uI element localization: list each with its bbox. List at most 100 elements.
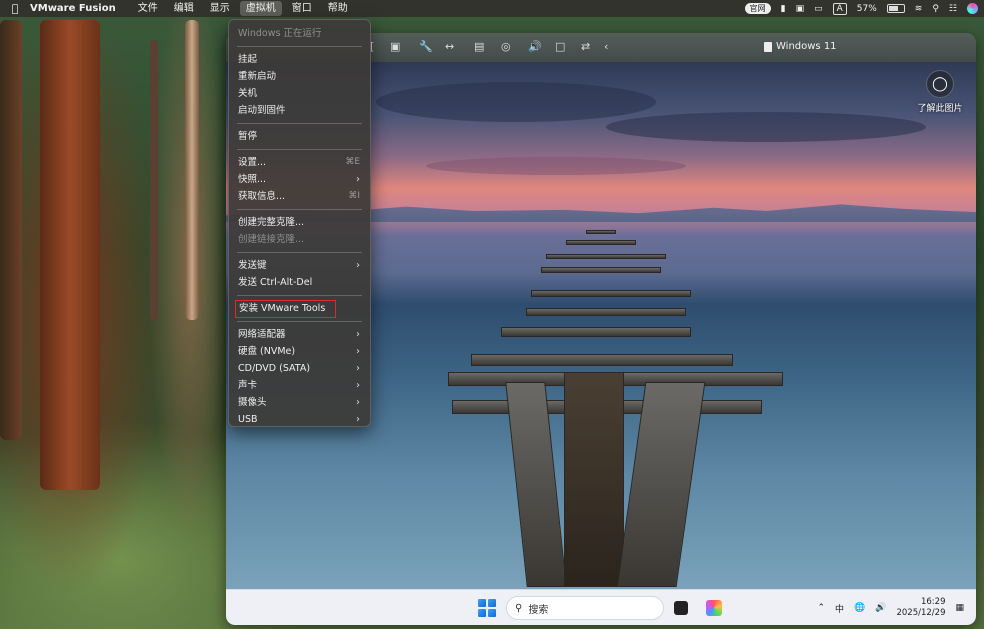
taskbar-clock[interactable]: 16:29 2025/12/29 [896,597,945,619]
menu-virtual-machine[interactable]: 虚拟机 [239,1,282,16]
cloud [426,157,686,175]
menubar-status-area: 官网 ▮ ▣ ▭ A 57% ≋ ⚲ ☷ [744,0,978,17]
tree-trunk [40,20,100,490]
shortcut-label: ⌘I [348,191,360,201]
usb-icon[interactable]: ⇄ [581,40,590,53]
menu-edit[interactable]: 编辑 [168,1,200,16]
pier-plank [546,254,666,259]
menu-separator [237,295,362,296]
battery-icon[interactable] [886,4,905,13]
input-method-badge[interactable]: 官网 [744,3,771,14]
display-icon[interactable]: ▭ [814,4,823,14]
menu-help[interactable]: 帮助 [322,1,354,16]
menu-item-create-linked-clone: 创建链接克隆... [238,234,305,245]
window-switcher-icon[interactable]: ▣ [796,4,805,14]
menu-item-label: 摄像头 [238,397,267,408]
document-status-icon[interactable]: ▮ [781,4,786,14]
menu-item-restart[interactable]: 重新启动 [229,68,370,85]
pier-plank [541,267,661,273]
siri-icon[interactable] [967,3,978,14]
pier-plank [471,354,733,366]
search-placeholder: 搜索 [528,604,549,616]
menu-item-get-info[interactable]: 获取信息... ⌘I [229,188,370,205]
menu-item-suspend[interactable]: 挂起 [229,51,370,68]
menu-item-label: CD/DVD (SATA) [238,363,311,374]
menu-separator [237,149,362,150]
menu-item-send-key[interactable]: 发送键 › [229,257,370,274]
windows-start-icon[interactable] [478,599,496,617]
task-view-icon[interactable] [674,601,688,615]
menu-item-label: 网络适配器 [238,329,286,340]
menu-item-hard-disk[interactable]: 硬盘 (NVMe) › [229,343,370,360]
copilot-app-icon[interactable] [706,600,722,616]
menu-item-settings-label: 设置... [238,157,267,168]
notification-icon[interactable]: ▦ [955,603,964,613]
camera-icon[interactable]: □ [555,40,565,53]
pier-plank [566,240,636,245]
menu-item-send-ctrl-alt-del[interactable]: 发送 Ctrl-Alt-Del [229,274,370,291]
cloud [606,112,926,142]
menu-item-snapshots[interactable]: 快照... › [229,171,370,188]
wrench-icon[interactable]: 🔧 [419,40,433,53]
apple-icon[interactable]:  [0,2,30,15]
menu-item-boot-to-firmware[interactable]: 启动到固件 [229,102,370,119]
control-center-icon[interactable]: ☷ [949,4,957,14]
input-source-indicator[interactable]: A [832,2,847,15]
menu-item-snapshots-label: 快照... [238,174,267,185]
menu-file[interactable]: 文件 [132,1,164,16]
menu-item-sound-card[interactable]: 声卡 › [229,377,370,394]
cd-dvd-icon[interactable]: ◎ [501,40,511,53]
ime-indicator[interactable]: 中 [835,602,844,615]
pier-plank [586,230,616,234]
wifi-icon[interactable]: ≋ [915,4,923,14]
spotlight-search-icon[interactable]: ⚲ [932,4,939,14]
chevron-right-icon: › [356,260,360,271]
chevron-right-icon: › [356,329,360,340]
menu-item-label: 声卡 [238,380,258,391]
chevron-right-icon: › [356,397,360,408]
menu-view[interactable]: 显示 [204,1,236,16]
vm-window-title: Windows 11 [764,41,837,52]
display-settings-icon[interactable]: ▣ [390,40,400,53]
chevron-right-icon: › [356,363,360,374]
chevron-right-icon: › [356,414,360,425]
menu-item-cd-dvd[interactable]: CD/DVD (SATA) › [229,360,370,377]
menu-item-network-adapter[interactable]: 网络适配器 › [229,326,370,343]
menu-item-create-full-clone[interactable]: 创建完整克隆... [229,214,370,231]
tree-trunk [150,40,158,320]
pier-plank [531,290,691,297]
tree-trunk [185,20,199,320]
document-icon [764,41,772,52]
menu-item-camera[interactable]: 摄像头 › [229,394,370,411]
volume-icon[interactable]: 🔊 [875,603,886,613]
menu-item-send-key-label: 发送键 [238,260,267,271]
menu-item-pause[interactable]: 暂停 [229,128,370,145]
pier-walkway [564,372,624,587]
camera-circle-icon: ◯ [926,70,954,98]
menu-item-install-vmware-tools[interactable]: 安装 VMware Tools [235,300,370,318]
menu-item-shutdown[interactable]: 关机 [229,85,370,102]
chevron-up-icon[interactable]: ⌃ [817,603,825,613]
menu-item-label: USB [238,414,258,425]
shortcut-label: ⌘E [345,157,360,167]
globe-network-icon[interactable]: 🌐 [854,603,865,613]
windows-taskbar: ⚲ 搜索 ⌃ 中 🌐 🔊 16:29 2025/12/29 ▦ [226,589,976,625]
menu-item-settings[interactable]: 设置... ⌘E [229,154,370,171]
hard-disk-icon[interactable]: ▤ [474,40,484,53]
chevron-left-icon[interactable]: ‹ [604,40,608,53]
learn-picture-label: 了解此图片 [917,104,963,114]
menu-separator [237,252,362,253]
macos-menu-bar:  VMware Fusion 文件 编辑 显示 虚拟机 窗口 帮助 官网 ▮ … [0,0,984,17]
chevron-right-icon: › [356,380,360,391]
network-icon[interactable]: ↔ [445,40,454,53]
app-menu-vmware-fusion[interactable]: VMware Fusion [30,3,116,14]
pier-plank [526,308,686,316]
sound-icon[interactable]: 🔊 [528,40,542,53]
learn-about-picture[interactable]: ◯ 了解此图片 [914,70,966,114]
menu-item-usb[interactable]: USB › [229,411,370,428]
taskbar-search-box[interactable]: ⚲ 搜索 [506,596,664,620]
menu-window[interactable]: 窗口 [286,1,318,16]
clock-time: 16:29 [920,597,946,607]
pier-plank [501,327,691,337]
menu-separator [237,123,362,124]
